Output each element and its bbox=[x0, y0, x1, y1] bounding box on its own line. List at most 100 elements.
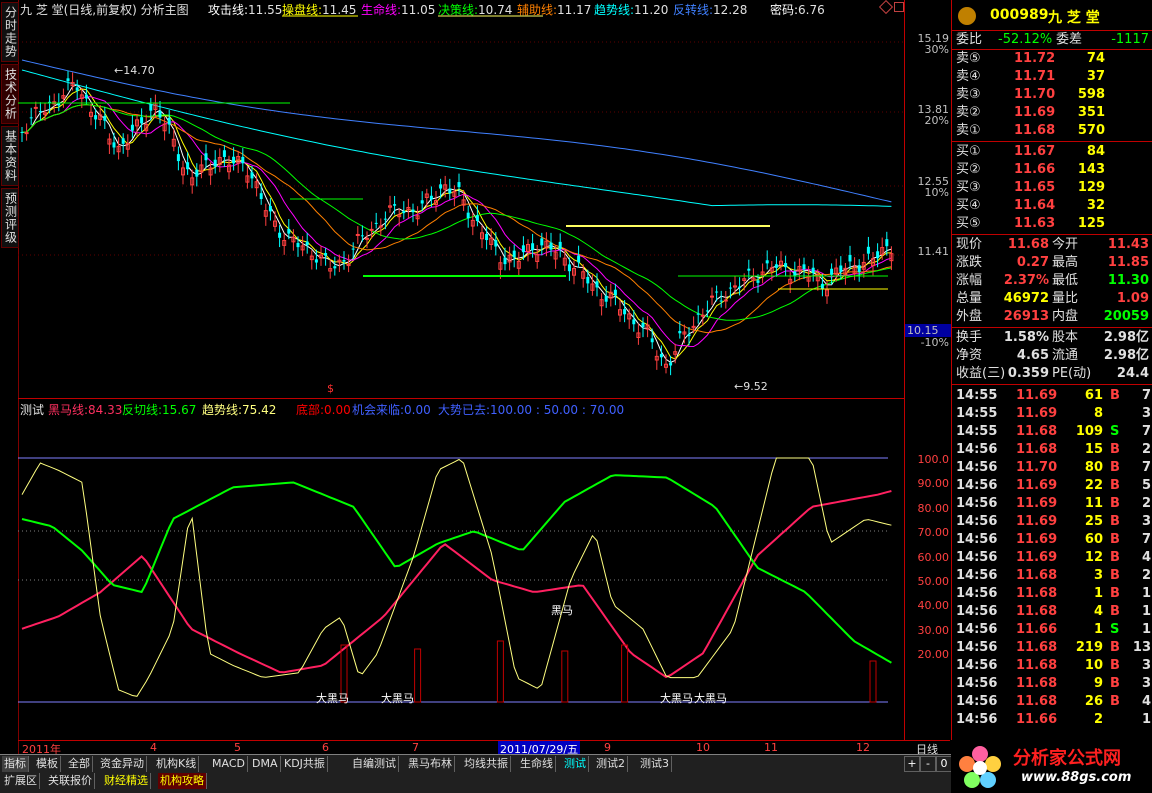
level-price: 11.63 bbox=[1014, 216, 1056, 231]
tab-jishu[interactable]: 技术分析 bbox=[1, 64, 19, 124]
sub-axis-label: 40.00 bbox=[917, 599, 950, 613]
sub-chart-canvas bbox=[18, 457, 892, 703]
tick-volume: 109 bbox=[1075, 424, 1103, 439]
stat-row: 净资 4.65 流通 2.98亿 bbox=[952, 347, 1152, 365]
sell-level-row[interactable]: 卖① 11.68 570 bbox=[952, 122, 1152, 140]
chart-maximize-icon[interactable] bbox=[894, 2, 904, 12]
candle-body bbox=[503, 257, 507, 265]
tick-volume: 26 bbox=[1084, 694, 1103, 709]
moving-average-line bbox=[21, 96, 892, 348]
extension-tab[interactable]: 机构攻略 bbox=[158, 773, 207, 789]
candle-body bbox=[549, 242, 553, 250]
sell-level-row[interactable]: 卖⑤ 11.72 74 bbox=[952, 50, 1152, 68]
candle-body bbox=[369, 228, 374, 231]
sell-level-row[interactable]: 卖④ 11.71 37 bbox=[952, 68, 1152, 86]
extension-tab[interactable]: 关联报价 bbox=[46, 773, 95, 789]
stat-label: 总量 bbox=[956, 291, 983, 306]
tick-count: 7 bbox=[1141, 460, 1151, 475]
candle-body bbox=[784, 263, 788, 268]
indicator-tab[interactable]: 机构K线 bbox=[154, 756, 200, 772]
tick-price: 11.69 bbox=[1016, 514, 1058, 529]
tick-time: 14:56 bbox=[956, 514, 998, 529]
candle-body bbox=[650, 338, 654, 343]
candle-body bbox=[29, 117, 33, 119]
candle-body bbox=[613, 289, 617, 296]
tab-yuce[interactable]: 预测评级 bbox=[1, 188, 19, 248]
candle-body bbox=[324, 252, 328, 256]
candle-body bbox=[485, 233, 489, 241]
indicator-tab[interactable]: 全部 bbox=[66, 756, 93, 772]
candle-body bbox=[24, 132, 29, 135]
stock-logo-icon bbox=[958, 7, 976, 25]
candle-body bbox=[355, 233, 360, 236]
indicator-tab[interactable]: KDJ共振 bbox=[282, 756, 328, 772]
sub-axis-label: 60.00 bbox=[917, 550, 950, 564]
indicator-tab[interactable]: 模板 bbox=[34, 756, 61, 772]
level-volume: 143 bbox=[1077, 162, 1105, 177]
date-axis: 2011年 4 5 6 7 2011/07/29/五 9 10 11 12 bbox=[18, 740, 904, 757]
indicator-tab[interactable]: DMA bbox=[250, 756, 281, 772]
stat-row: 总量 46972 量比 1.09 bbox=[952, 290, 1152, 308]
tick-row: 14:56 11.69 22 B 5 bbox=[952, 477, 1152, 495]
level-label: 买④ bbox=[956, 198, 981, 213]
stat-value: 0.27 bbox=[1016, 255, 1049, 270]
extension-tab[interactable]: 扩展区 bbox=[2, 773, 40, 789]
tick-row: 14:55 11.69 61 B 7 bbox=[952, 387, 1152, 405]
stat-label: 最高 bbox=[1052, 255, 1079, 270]
candle-body bbox=[604, 295, 608, 302]
level-volume: 570 bbox=[1077, 123, 1105, 138]
extension-tab[interactable]: 财经精选 bbox=[102, 773, 151, 789]
candle-body bbox=[268, 205, 272, 212]
indicator-tab[interactable]: 均线共振 bbox=[462, 756, 511, 772]
indicator-subchart[interactable]: 测试 黑马线:84.33 反切线:15.67 趋势线:75.42 底部:0.00 机会来… bbox=[18, 398, 904, 739]
indicator-line bbox=[21, 474, 892, 664]
tab-jiben[interactable]: 基本资料 bbox=[1, 126, 19, 186]
indicator-tab[interactable]: 黑马布林 bbox=[406, 756, 455, 772]
indicator-tab[interactable]: 测试 bbox=[562, 756, 589, 772]
stat-label: 内盘 bbox=[1052, 309, 1079, 324]
stat-label: 换手 bbox=[956, 330, 983, 345]
sell-level-row[interactable]: 卖③ 11.70 598 bbox=[952, 86, 1152, 104]
period-label[interactable]: 日线 bbox=[904, 740, 950, 756]
stat-value: 1.09 bbox=[1116, 291, 1149, 306]
candle-body bbox=[857, 265, 861, 272]
indicator-tab[interactable]: MACD bbox=[210, 756, 248, 772]
candle-body bbox=[213, 159, 217, 167]
tick-row: 14:56 11.68 219 B 13 bbox=[952, 639, 1152, 657]
indicator-tab[interactable]: 资金异动 bbox=[98, 756, 147, 772]
tick-price: 11.66 bbox=[1016, 712, 1058, 727]
stat-value: 2.98亿 bbox=[1103, 348, 1149, 363]
sell-level-row[interactable]: 卖② 11.69 351 bbox=[952, 104, 1152, 122]
candle-body bbox=[176, 154, 180, 162]
candle-body bbox=[678, 330, 682, 334]
reset-button[interactable]: 0 bbox=[936, 756, 952, 772]
stat-value: 20059 bbox=[1103, 309, 1149, 324]
sub-axis-label: 90.00 bbox=[917, 477, 950, 491]
weicha-label: 委差 bbox=[1056, 32, 1083, 47]
tick-count: 3 bbox=[1141, 406, 1151, 421]
signal-label: 黑马 bbox=[551, 604, 573, 617]
event-marker[interactable]: $ bbox=[327, 382, 334, 395]
indicator-tab[interactable]: 测试2 bbox=[594, 756, 628, 772]
indicator-tab[interactable]: 自编测试 bbox=[350, 756, 399, 772]
indicator-tab[interactable]: 指标 bbox=[2, 756, 29, 772]
tab-fenshi[interactable]: 分时走势 bbox=[1, 2, 19, 62]
buy-level-row[interactable]: 买① 11.67 84 bbox=[952, 143, 1152, 161]
candle-body bbox=[876, 251, 880, 259]
stat-value: 11.30 bbox=[1107, 273, 1149, 288]
tick-side: B bbox=[1110, 496, 1120, 511]
level-label: 卖③ bbox=[956, 87, 981, 102]
zoom-out-button[interactable]: - bbox=[920, 756, 936, 772]
buy-level-row[interactable]: 买⑤ 11.63 125 bbox=[952, 215, 1152, 233]
buy-level-row[interactable]: 买② 11.66 143 bbox=[952, 161, 1152, 179]
logo-url[interactable]: www.88gs.com bbox=[1021, 770, 1131, 785]
zoom-in-button[interactable]: + bbox=[904, 756, 920, 772]
indicator-tab[interactable]: 生命线 bbox=[518, 756, 556, 772]
indicator-tab[interactable]: 测试3 bbox=[638, 756, 672, 772]
candle-body bbox=[632, 319, 636, 325]
stat-label: PE(动) bbox=[1052, 366, 1092, 381]
main-kline-chart[interactable]: 九 芝 堂(日线,前复权) 分析主图 攻击线:11.55 操盘线:11.45 生命线… bbox=[18, 0, 904, 398]
signal-label: 大黑马 bbox=[381, 692, 414, 705]
buy-level-row[interactable]: 买④ 11.64 32 bbox=[952, 197, 1152, 215]
buy-level-row[interactable]: 买③ 11.65 129 bbox=[952, 179, 1152, 197]
